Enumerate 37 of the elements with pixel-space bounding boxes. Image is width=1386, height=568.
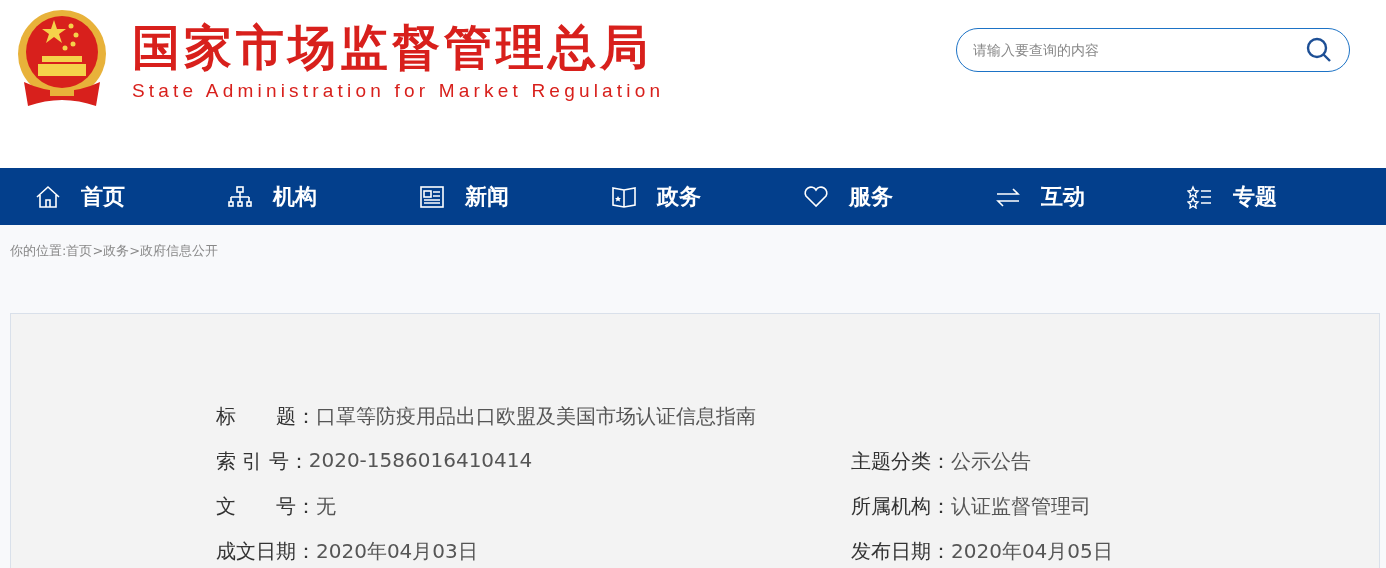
field-value: 认证监督管理司 <box>951 493 1091 520</box>
field-label: 成文日期： <box>216 538 316 565</box>
field-label: 文 号： <box>216 493 316 520</box>
nav-tab[interactable]: 互动 <box>995 181 1187 212</box>
field-value: 2020年04月05日 <box>951 538 1113 565</box>
site-subtitle: State Administration for Market Regulation <box>132 79 665 103</box>
nav-tab[interactable]: 专题 <box>1187 181 1379 212</box>
star-list-icon <box>1187 184 1213 209</box>
field-value: 2020-1586016410414 <box>308 448 533 474</box>
field-value: 口罩等防疫用品出口欧盟及美国市场认证信息指南 <box>316 403 756 430</box>
field-value: 公示公告 <box>951 448 1031 475</box>
nav-tab[interactable]: 政务 <box>611 181 803 212</box>
nav-tab[interactable]: 机构 <box>227 181 419 212</box>
book-icon <box>611 184 637 209</box>
breadcrumb-item: > <box>92 242 104 260</box>
breadcrumb-item[interactable]: 政府信息公开 <box>140 242 219 260</box>
field-label: 标 题： <box>216 403 316 430</box>
breadcrumb-item: 你的位置: <box>10 242 67 260</box>
field-label: 索 引 号： <box>216 448 309 475</box>
site-title: 国家市场监督管理总局 <box>132 18 653 76</box>
breadcrumb-item[interactable]: 政务 <box>103 242 130 260</box>
newspaper-icon <box>419 184 445 209</box>
breadcrumb-item: > <box>129 242 141 260</box>
field-value: 无 <box>316 493 336 520</box>
breadcrumb-item[interactable]: 首页 <box>66 242 93 260</box>
search-field[interactable]: 请输入要查询的内容 <box>956 28 1350 72</box>
home-icon <box>35 184 61 209</box>
nav-tab[interactable]: 服务 <box>803 181 995 212</box>
field-label: 主题分类： <box>851 448 951 475</box>
nav-tab[interactable]: 首页 <box>35 181 227 212</box>
nav-tab[interactable]: 新闻 <box>419 181 611 212</box>
field-value: 2020年04月03日 <box>316 538 478 565</box>
field-label: 发布日期： <box>851 538 951 565</box>
hierarchy-icon <box>227 184 253 209</box>
heart-icon <box>803 184 829 209</box>
field-label: 所属机构： <box>851 493 951 520</box>
search-icon[interactable] <box>1306 37 1332 63</box>
